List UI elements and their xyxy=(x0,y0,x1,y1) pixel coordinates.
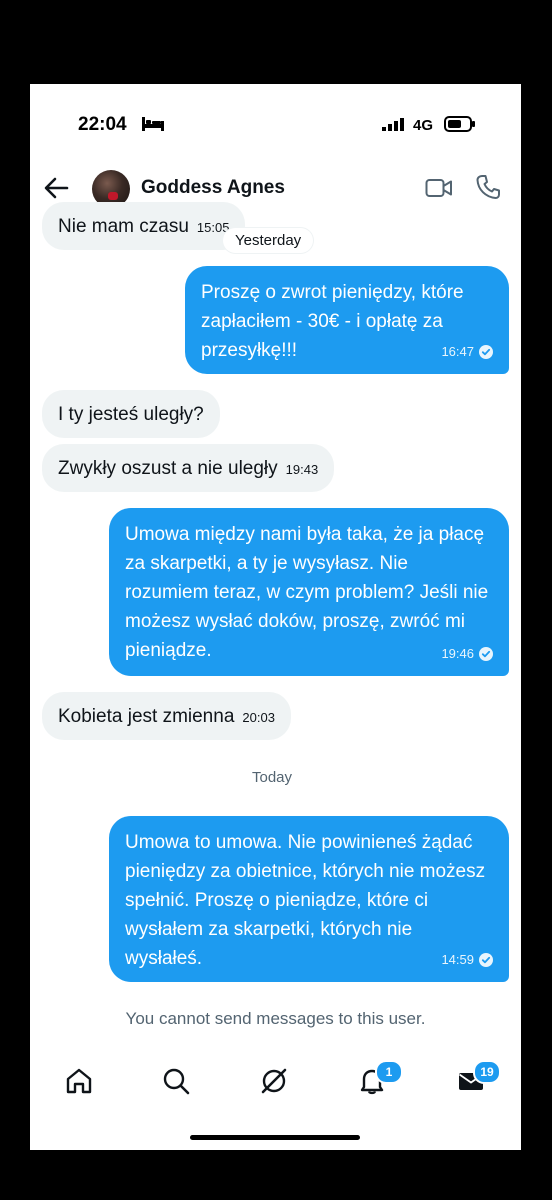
message-time: 20:03 xyxy=(242,710,275,725)
back-arrow-icon[interactable] xyxy=(42,174,70,202)
message-time: 16:47 xyxy=(441,344,474,359)
phone-call-icon[interactable] xyxy=(476,174,500,200)
message-text: I ty jesteś uległy? xyxy=(58,404,204,425)
message-text: Umowa to umowa. Nie powinieneś żądać pie… xyxy=(125,832,486,969)
message-time: 14:59 xyxy=(441,952,474,967)
message-text: Proszę o zwrot pieniędzy, które zapłacił… xyxy=(201,282,464,361)
signal-icon xyxy=(382,118,404,131)
home-icon[interactable] xyxy=(64,1066,94,1096)
message-bubble-incoming: Zwykły oszust a nie uległy 19:43 xyxy=(42,444,335,492)
message-text: Zwykły oszust a nie uległy xyxy=(58,458,278,479)
sleep-focus-icon xyxy=(142,117,164,131)
notifications-badge: 1 xyxy=(375,1060,403,1084)
read-check-icon xyxy=(479,646,493,661)
read-check-icon xyxy=(479,952,493,967)
message-bubble-incoming: Nie mam czasu 15:05 xyxy=(42,202,246,250)
network-label: 4G xyxy=(413,117,434,134)
home-indicator[interactable] xyxy=(190,1135,360,1140)
message-time: 19:46 xyxy=(441,646,474,661)
message-text: Nie mam czasu xyxy=(58,216,189,237)
message-bubble-outgoing: Umowa to umowa. Nie powinieneś żądać pie… xyxy=(109,816,509,982)
blocked-notice: You cannot send messages to this user. xyxy=(125,1009,426,1028)
chat-screen: 22:04 4G Goddess Agnes Nie mam czasu 15:0… xyxy=(30,84,521,1150)
video-call-icon[interactable] xyxy=(425,177,453,199)
status-time: 22:04 xyxy=(78,114,127,135)
contact-name[interactable]: Goddess Agnes xyxy=(141,177,285,199)
message-bubble-outgoing: Umowa między nami była taka, że ja płacę… xyxy=(109,508,509,676)
message-text: Umowa między nami była taka, że ja płacę… xyxy=(125,524,489,661)
message-bubble-incoming: Kobieta jest zmienna 20:03 xyxy=(42,692,291,740)
messages-badge: 19 xyxy=(473,1060,501,1084)
read-check-icon xyxy=(479,344,493,359)
battery-icon xyxy=(444,116,475,132)
grok-icon[interactable] xyxy=(259,1066,289,1096)
day-separator: Today xyxy=(252,769,293,786)
day-separator: Yesterday xyxy=(223,228,314,253)
message-bubble-outgoing: Proszę o zwrot pieniędzy, które zapłacił… xyxy=(185,266,509,374)
message-time: 19:43 xyxy=(285,462,319,477)
message-text: Kobieta jest zmienna xyxy=(58,706,235,727)
message-bubble-incoming: I ty jesteś uległy? xyxy=(42,390,220,438)
search-icon[interactable] xyxy=(161,1066,191,1096)
